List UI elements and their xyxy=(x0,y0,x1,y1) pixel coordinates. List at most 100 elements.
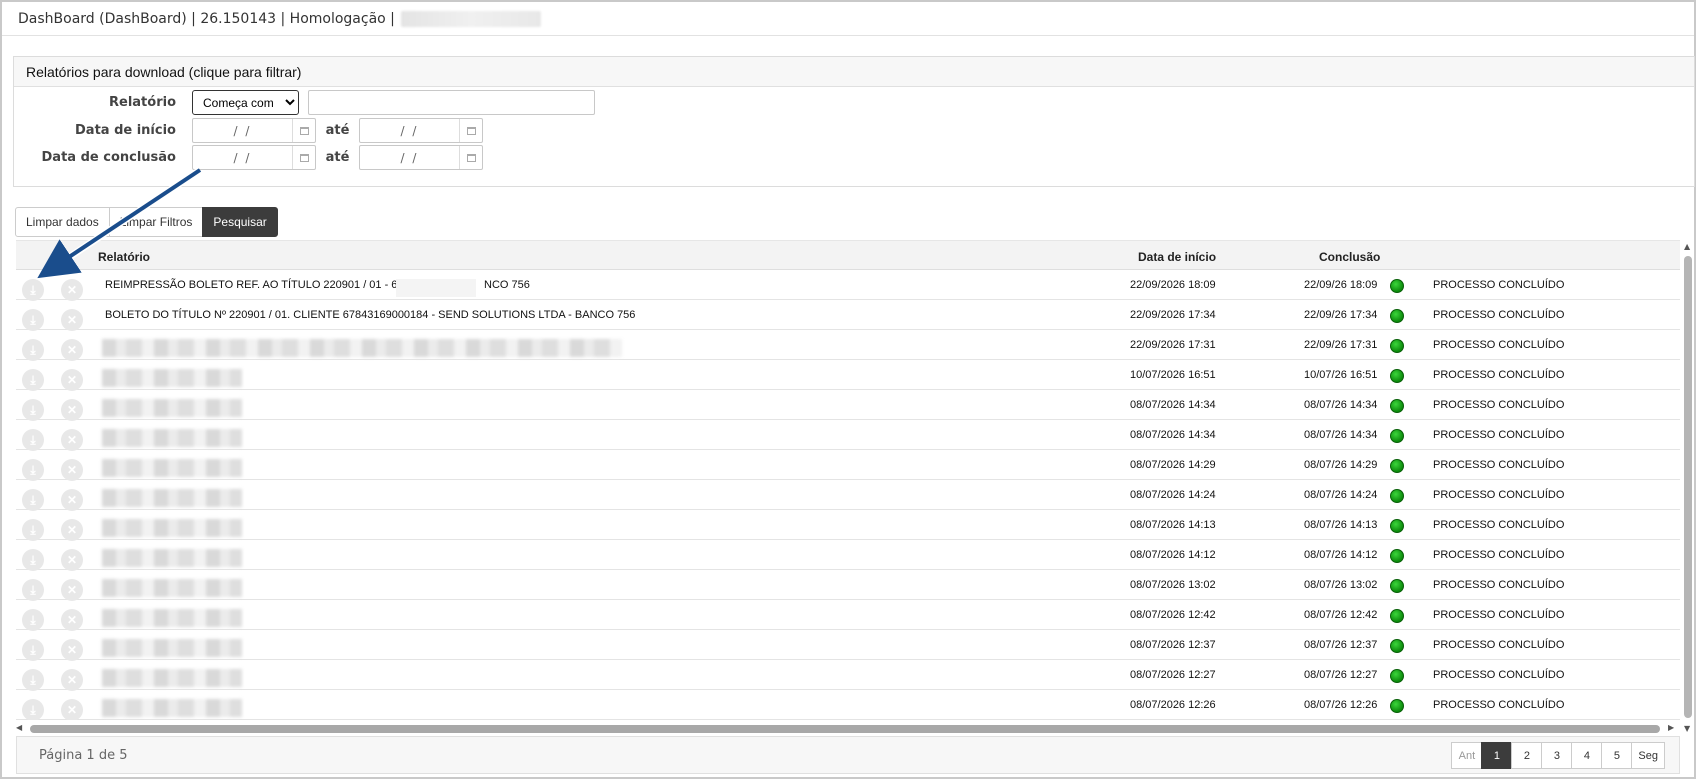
download-icon[interactable]: ⤓ xyxy=(22,399,44,421)
page-button-1[interactable]: 1 xyxy=(1481,742,1513,769)
close-icon[interactable]: ✕ xyxy=(61,279,83,301)
download-icon[interactable]: ⤓ xyxy=(22,489,44,511)
download-icon[interactable]: ⤓ xyxy=(22,699,44,720)
horizontal-scrollbar[interactable]: ◀ ▶ xyxy=(16,723,1680,735)
next-page-button[interactable]: Seg xyxy=(1631,742,1665,769)
status-dot-icon xyxy=(1390,279,1404,293)
download-icon[interactable]: ⤓ xyxy=(22,429,44,451)
download-icon[interactable]: ⤓ xyxy=(22,459,44,481)
row-start-date: 08/07/2026 14:12 xyxy=(1130,549,1216,561)
download-icon[interactable]: ⤓ xyxy=(22,579,44,601)
page-button-5[interactable]: 5 xyxy=(1601,742,1633,769)
row-end-date: 08/07/26 12:42 xyxy=(1304,609,1378,621)
row-end-date: 08/07/26 14:34 xyxy=(1304,429,1378,441)
close-icon[interactable]: ✕ xyxy=(61,519,83,541)
status-dot-icon xyxy=(1390,429,1404,443)
row-start-date: 08/07/2026 14:29 xyxy=(1130,459,1216,471)
horizontal-scroll-thumb[interactable] xyxy=(30,725,1660,733)
table-row[interactable]: ⤓ ✕ 10/07/2026 16:51 10/07/26 16:51 PROCESSO… xyxy=(16,360,1680,391)
table-row[interactable]: ⤓ ✕ REIMPRESSÃO BOLETO REF. AO TÍTULO 2209… xyxy=(16,270,1680,301)
row-start-date: 10/07/2026 16:51 xyxy=(1130,369,1216,381)
download-icon[interactable]: ⤓ xyxy=(22,519,44,541)
col-header-relatorio[interactable]: Relatório xyxy=(98,250,150,264)
data-inicio-to-input[interactable]: / / xyxy=(359,118,483,143)
table-row[interactable]: ⤓ ✕ 22/09/2026 17:31 22/09/26 17:31 PROCESSO… xyxy=(16,330,1680,361)
redacted-report-name xyxy=(102,429,242,447)
table-row[interactable]: ⤓ ✕ 08/07/2026 14:13 08/07/26 14:13 PROCESSO… xyxy=(16,510,1680,541)
table-row[interactable]: ⤓ ✕ 08/07/2026 12:37 08/07/26 12:37 PROCESSO… xyxy=(16,630,1680,661)
col-header-conclusao[interactable]: Conclusão xyxy=(1319,250,1380,264)
table-row[interactable]: ⤓ ✕ 08/07/2026 12:26 08/07/26 12:26 PROCESSO… xyxy=(16,690,1680,720)
close-icon[interactable]: ✕ xyxy=(61,369,83,391)
table-row[interactable]: ⤓ ✕ 08/07/2026 14:29 08/07/26 14:29 PROCESSO… xyxy=(16,450,1680,481)
redacted-report-name xyxy=(102,399,242,417)
limpar-dados-button[interactable]: Limpar dados xyxy=(15,207,110,237)
download-icon[interactable]: ⤓ xyxy=(22,609,44,631)
row-end-date: 08/07/26 14:29 xyxy=(1304,459,1378,471)
calendar-icon[interactable] xyxy=(459,146,482,169)
download-icon[interactable]: ⤓ xyxy=(22,669,44,691)
page-button-4[interactable]: 4 xyxy=(1571,742,1603,769)
relatorio-text-input[interactable] xyxy=(308,90,595,115)
row-status: PROCESSO CONCLUÍDO xyxy=(1433,519,1565,531)
table-row[interactable]: ⤓ ✕ 08/07/2026 12:42 08/07/26 12:42 PROCESSO… xyxy=(16,600,1680,631)
close-icon[interactable]: ✕ xyxy=(61,609,83,631)
row-status: PROCESSO CONCLUÍDO xyxy=(1433,309,1565,321)
row-start-date: 08/07/2026 12:26 xyxy=(1130,699,1216,711)
close-icon[interactable]: ✕ xyxy=(61,549,83,571)
calendar-icon[interactable] xyxy=(459,119,482,142)
calendar-icon[interactable] xyxy=(292,119,315,142)
table-row[interactable]: ⤓ ✕ 08/07/2026 12:27 08/07/26 12:27 PROCESSO… xyxy=(16,660,1680,691)
table-row[interactable]: ⤓ ✕ 08/07/2026 14:34 08/07/26 14:34 PROCESSO… xyxy=(16,420,1680,451)
close-icon[interactable]: ✕ xyxy=(61,399,83,421)
table-row[interactable]: ⤓ ✕ 08/07/2026 13:02 08/07/26 13:02 PROCESSO… xyxy=(16,570,1680,601)
close-icon[interactable]: ✕ xyxy=(61,309,83,331)
close-icon[interactable]: ✕ xyxy=(61,669,83,691)
data-conclusao-to-input[interactable]: / / xyxy=(359,145,483,170)
data-inicio-from-input[interactable]: / / xyxy=(192,118,316,143)
table-row[interactable]: ⤓ ✕ 08/07/2026 14:34 08/07/26 14:34 PROCESSO… xyxy=(16,390,1680,421)
status-dot-icon xyxy=(1390,489,1404,503)
vertical-scroll-thumb[interactable] xyxy=(1684,256,1692,718)
close-icon[interactable]: ✕ xyxy=(61,459,83,481)
date-value: / / xyxy=(400,150,419,165)
row-end-date: 08/07/26 12:26 xyxy=(1304,699,1378,711)
status-dot-icon xyxy=(1390,639,1404,653)
pesquisar-button[interactable]: Pesquisar xyxy=(202,207,278,237)
close-icon[interactable]: ✕ xyxy=(61,339,83,361)
table-row[interactable]: ⤓ ✕ 08/07/2026 14:24 08/07/26 14:24 PROCESSO… xyxy=(16,480,1680,511)
close-icon[interactable]: ✕ xyxy=(61,699,83,720)
row-status: PROCESSO CONCLUÍDO xyxy=(1433,699,1565,711)
redacted-report-name xyxy=(102,639,242,657)
table-row[interactable]: ⤓ ✕ 08/07/2026 14:12 08/07/26 14:12 PROCESSO… xyxy=(16,540,1680,571)
redacted-report-name xyxy=(102,489,242,507)
page-button-2[interactable]: 2 xyxy=(1511,742,1543,769)
close-icon[interactable]: ✕ xyxy=(61,579,83,601)
download-icon[interactable]: ⤓ xyxy=(22,339,44,361)
window-title: DashBoard (DashBoard) | 26.150143 | Homo… xyxy=(18,10,395,27)
download-icon[interactable]: ⤓ xyxy=(22,279,44,301)
calendar-icon[interactable] xyxy=(292,146,315,169)
close-icon[interactable]: ✕ xyxy=(61,489,83,511)
vertical-scrollbar[interactable]: ▲ ▼ xyxy=(1682,242,1694,736)
filter-row-relatorio: Relatório Começa com xyxy=(14,90,595,115)
close-icon[interactable]: ✕ xyxy=(61,639,83,661)
download-icon[interactable]: ⤓ xyxy=(22,549,44,571)
limpar-filtros-button[interactable]: Limpar Filtros xyxy=(108,207,204,237)
table-row[interactable]: ⤓ ✕ BOLETO DO TÍTULO Nº 220901 / 01. CLIEN… xyxy=(16,300,1680,331)
row-start-date: 22/09/2026 18:09 xyxy=(1130,279,1216,291)
download-icon[interactable]: ⤓ xyxy=(22,369,44,391)
close-icon[interactable]: ✕ xyxy=(61,429,83,451)
data-conclusao-from-input[interactable]: / / xyxy=(192,145,316,170)
match-mode-select[interactable]: Começa com xyxy=(192,90,299,115)
date-value: / / xyxy=(233,150,252,165)
download-icon[interactable]: ⤓ xyxy=(22,639,44,661)
row-status: PROCESSO CONCLUÍDO xyxy=(1433,339,1565,351)
redacted-report-name xyxy=(102,699,242,717)
filter-panel-header[interactable]: Relatórios para download (clique para fi… xyxy=(14,57,1694,87)
page-button-3[interactable]: 3 xyxy=(1541,742,1573,769)
download-icon[interactable]: ⤓ xyxy=(22,309,44,331)
col-header-data-inicio[interactable]: Data de início xyxy=(1138,250,1216,264)
prev-page-button[interactable]: Ant xyxy=(1451,742,1483,769)
row-start-date: 08/07/2026 14:34 xyxy=(1130,399,1216,411)
